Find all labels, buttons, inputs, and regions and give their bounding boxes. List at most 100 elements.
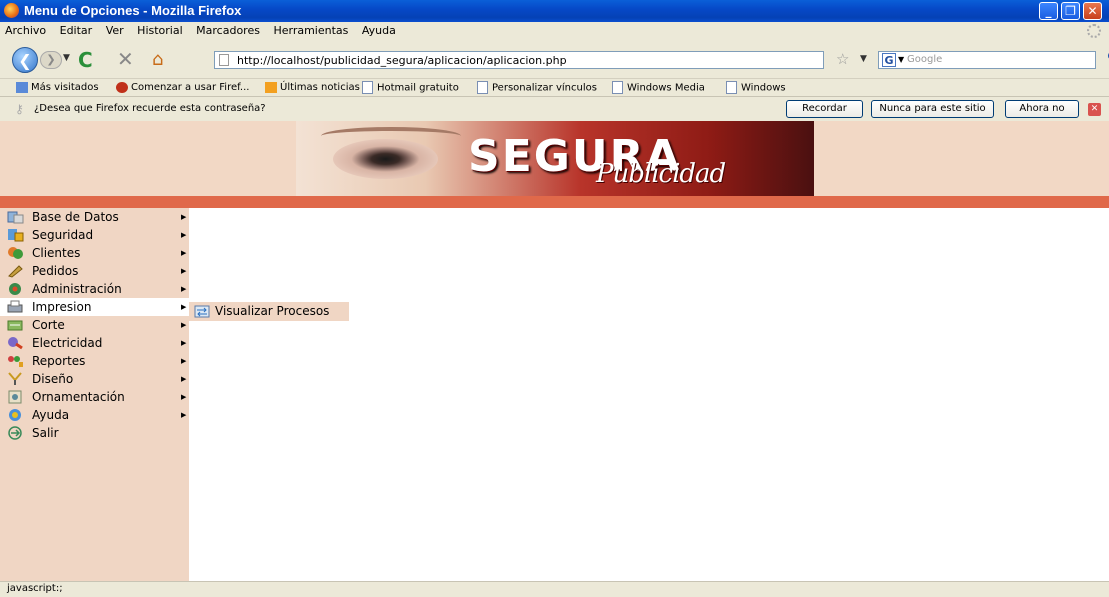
menu-item-label: Ornamentación — [32, 390, 125, 404]
chevron-right-icon: ▶ — [181, 285, 187, 293]
menu-archivo[interactable]: Archivo — [0, 22, 51, 40]
bookmark-star-icon[interactable]: ☆ — [836, 50, 849, 68]
bookmark-windows[interactable]: Windows — [726, 81, 786, 96]
banner-image: SEGURA Publicidad — [296, 121, 814, 196]
orders-icon — [7, 264, 24, 278]
menu-item-label: Reportes — [32, 354, 86, 368]
firefox-bookmark-icon — [116, 81, 128, 93]
key-icon: ⚷ — [15, 102, 24, 116]
bookmark-personalizar[interactable]: Personalizar vínculos — [477, 81, 597, 96]
menu-item-reportes[interactable]: Reportes ▶ — [0, 352, 189, 370]
forward-button[interactable]: ❯ — [40, 51, 62, 69]
process-icon — [194, 305, 210, 318]
menu-marcadores[interactable]: Marcadores — [191, 22, 265, 40]
menu-item-electricidad[interactable]: Electricidad ▶ — [0, 334, 189, 352]
menu-item-clientes[interactable]: Clientes ▶ — [0, 244, 189, 262]
menu-item-impresion[interactable]: Impresion ▶ — [0, 298, 189, 316]
chevron-right-icon: ▶ — [181, 303, 187, 311]
menu-item-pedidos[interactable]: Pedidos ▶ — [0, 262, 189, 280]
help-icon — [7, 408, 24, 422]
bookmark-windows-media[interactable]: Windows Media — [612, 81, 705, 96]
bookmark-comenzar[interactable]: Comenzar a usar Firef... — [116, 81, 249, 95]
menu-item-label: Base de Datos — [32, 210, 119, 224]
close-button[interactable]: ✕ — [1083, 2, 1102, 20]
home-icon[interactable]: ⌂ — [152, 49, 163, 70]
header-divider — [0, 196, 1109, 208]
page-icon — [612, 81, 623, 94]
menu-ver[interactable]: Ver — [101, 22, 129, 40]
search-engine-dropdown-icon[interactable]: ▼ — [898, 55, 904, 64]
history-dropdown-icon[interactable]: ▼ — [63, 53, 70, 63]
maximize-button[interactable]: ❐ — [1061, 2, 1080, 20]
chevron-right-icon: ▶ — [181, 231, 187, 239]
google-icon[interactable]: G — [882, 53, 896, 67]
window-title: Menu de Opciones - Mozilla Firefox — [24, 3, 242, 18]
eye-image — [333, 139, 438, 179]
security-icon — [7, 228, 24, 242]
menu-item-label: Impresion — [32, 300, 92, 314]
menu-item-seguridad[interactable]: Seguridad ▶ — [0, 226, 189, 244]
chevron-right-icon: ▶ — [181, 375, 187, 383]
menu-item-label: Pedidos — [32, 264, 79, 278]
cut-icon — [7, 318, 24, 332]
submenu-visualizar-procesos[interactable]: Visualizar Procesos — [189, 302, 349, 321]
design-icon — [7, 372, 24, 386]
menu-item-administracion[interactable]: Administración ▶ — [0, 280, 189, 298]
ornament-icon — [7, 390, 24, 404]
menu-ayuda[interactable]: Ayuda — [357, 22, 401, 40]
back-button[interactable]: ❮ — [12, 47, 38, 73]
password-notification-bar: ⚷ ¿Desea que Firefox recuerde esta contr… — [0, 96, 1109, 122]
minimize-button[interactable]: _ — [1039, 2, 1058, 20]
url-dropdown-icon[interactable]: ▼ — [860, 54, 867, 64]
menu-item-base-de-datos[interactable]: Base de Datos ▶ — [0, 208, 189, 226]
bookmark-mas-visitados[interactable]: Más visitados — [16, 81, 99, 95]
exit-icon — [7, 426, 24, 440]
rss-icon — [265, 81, 277, 93]
page-icon — [219, 54, 229, 66]
url-text: http://localhost/publicidad_segura/aplic… — [237, 54, 567, 67]
not-now-button[interactable]: Ahora no — [1005, 100, 1079, 118]
chevron-right-icon: ▶ — [181, 357, 187, 365]
window-titlebar: Menu de Opciones - Mozilla Firefox _ ❐ ✕ — [0, 0, 1109, 22]
status-text: javascript:; — [7, 583, 63, 594]
url-bar[interactable]: http://localhost/publicidad_segura/aplic… — [214, 51, 824, 69]
menu-item-ornamentacion[interactable]: Ornamentación ▶ — [0, 388, 189, 406]
admin-icon — [7, 282, 24, 296]
status-bar: javascript:; — [0, 581, 1109, 597]
menu-item-salir[interactable]: Salir — [0, 424, 189, 442]
menu-herramientas[interactable]: Herramientas — [268, 22, 353, 40]
remember-button[interactable]: Recordar — [786, 100, 863, 118]
folder-icon — [16, 81, 28, 93]
chevron-right-icon: ▶ — [181, 213, 187, 221]
stop-icon[interactable]: ✕ — [117, 47, 134, 71]
menu-historial[interactable]: Historial — [132, 22, 187, 40]
menu-item-corte[interactable]: Corte ▶ — [0, 316, 189, 334]
chevron-right-icon: ▶ — [181, 339, 187, 347]
menu-item-label: Ayuda — [32, 408, 70, 422]
chevron-right-icon: ▶ — [181, 249, 187, 257]
close-notification-icon[interactable]: ✕ — [1088, 103, 1101, 116]
clients-icon — [7, 246, 24, 260]
menu-bar: Archivo Editar Ver Historial Marcadores … — [0, 22, 1109, 40]
reports-icon — [7, 354, 24, 368]
menu-item-label: Salir — [32, 426, 59, 440]
reload-icon[interactable]: C — [78, 48, 93, 72]
notification-text: ¿Desea que Firefox recuerde esta contras… — [34, 103, 266, 114]
chevron-right-icon: ▶ — [181, 411, 187, 419]
chevron-right-icon: ▶ — [181, 321, 187, 329]
firefox-icon — [4, 3, 19, 18]
menu-item-label: Clientes — [32, 246, 81, 260]
brand-script-text: Publicidad — [596, 159, 726, 189]
menu-item-label: Electricidad — [32, 336, 103, 350]
bookmarks-toolbar: Más visitados Comenzar a usar Firef... Ú… — [0, 78, 1109, 97]
never-for-site-button[interactable]: Nunca para este sitio — [871, 100, 994, 118]
search-box[interactable]: G ▼ Google ⚲ — [878, 50, 1109, 69]
bookmark-ultimas-noticias[interactable]: Últimas noticias — [265, 81, 360, 95]
menu-editar[interactable]: Editar — [55, 22, 98, 40]
menu-item-label: Diseño — [32, 372, 74, 386]
menu-item-label: Corte — [32, 318, 65, 332]
page-icon — [726, 81, 737, 94]
menu-item-ayuda[interactable]: Ayuda ▶ — [0, 406, 189, 424]
bookmark-hotmail[interactable]: Hotmail gratuito — [362, 81, 459, 96]
menu-item-diseno[interactable]: Diseño ▶ — [0, 370, 189, 388]
